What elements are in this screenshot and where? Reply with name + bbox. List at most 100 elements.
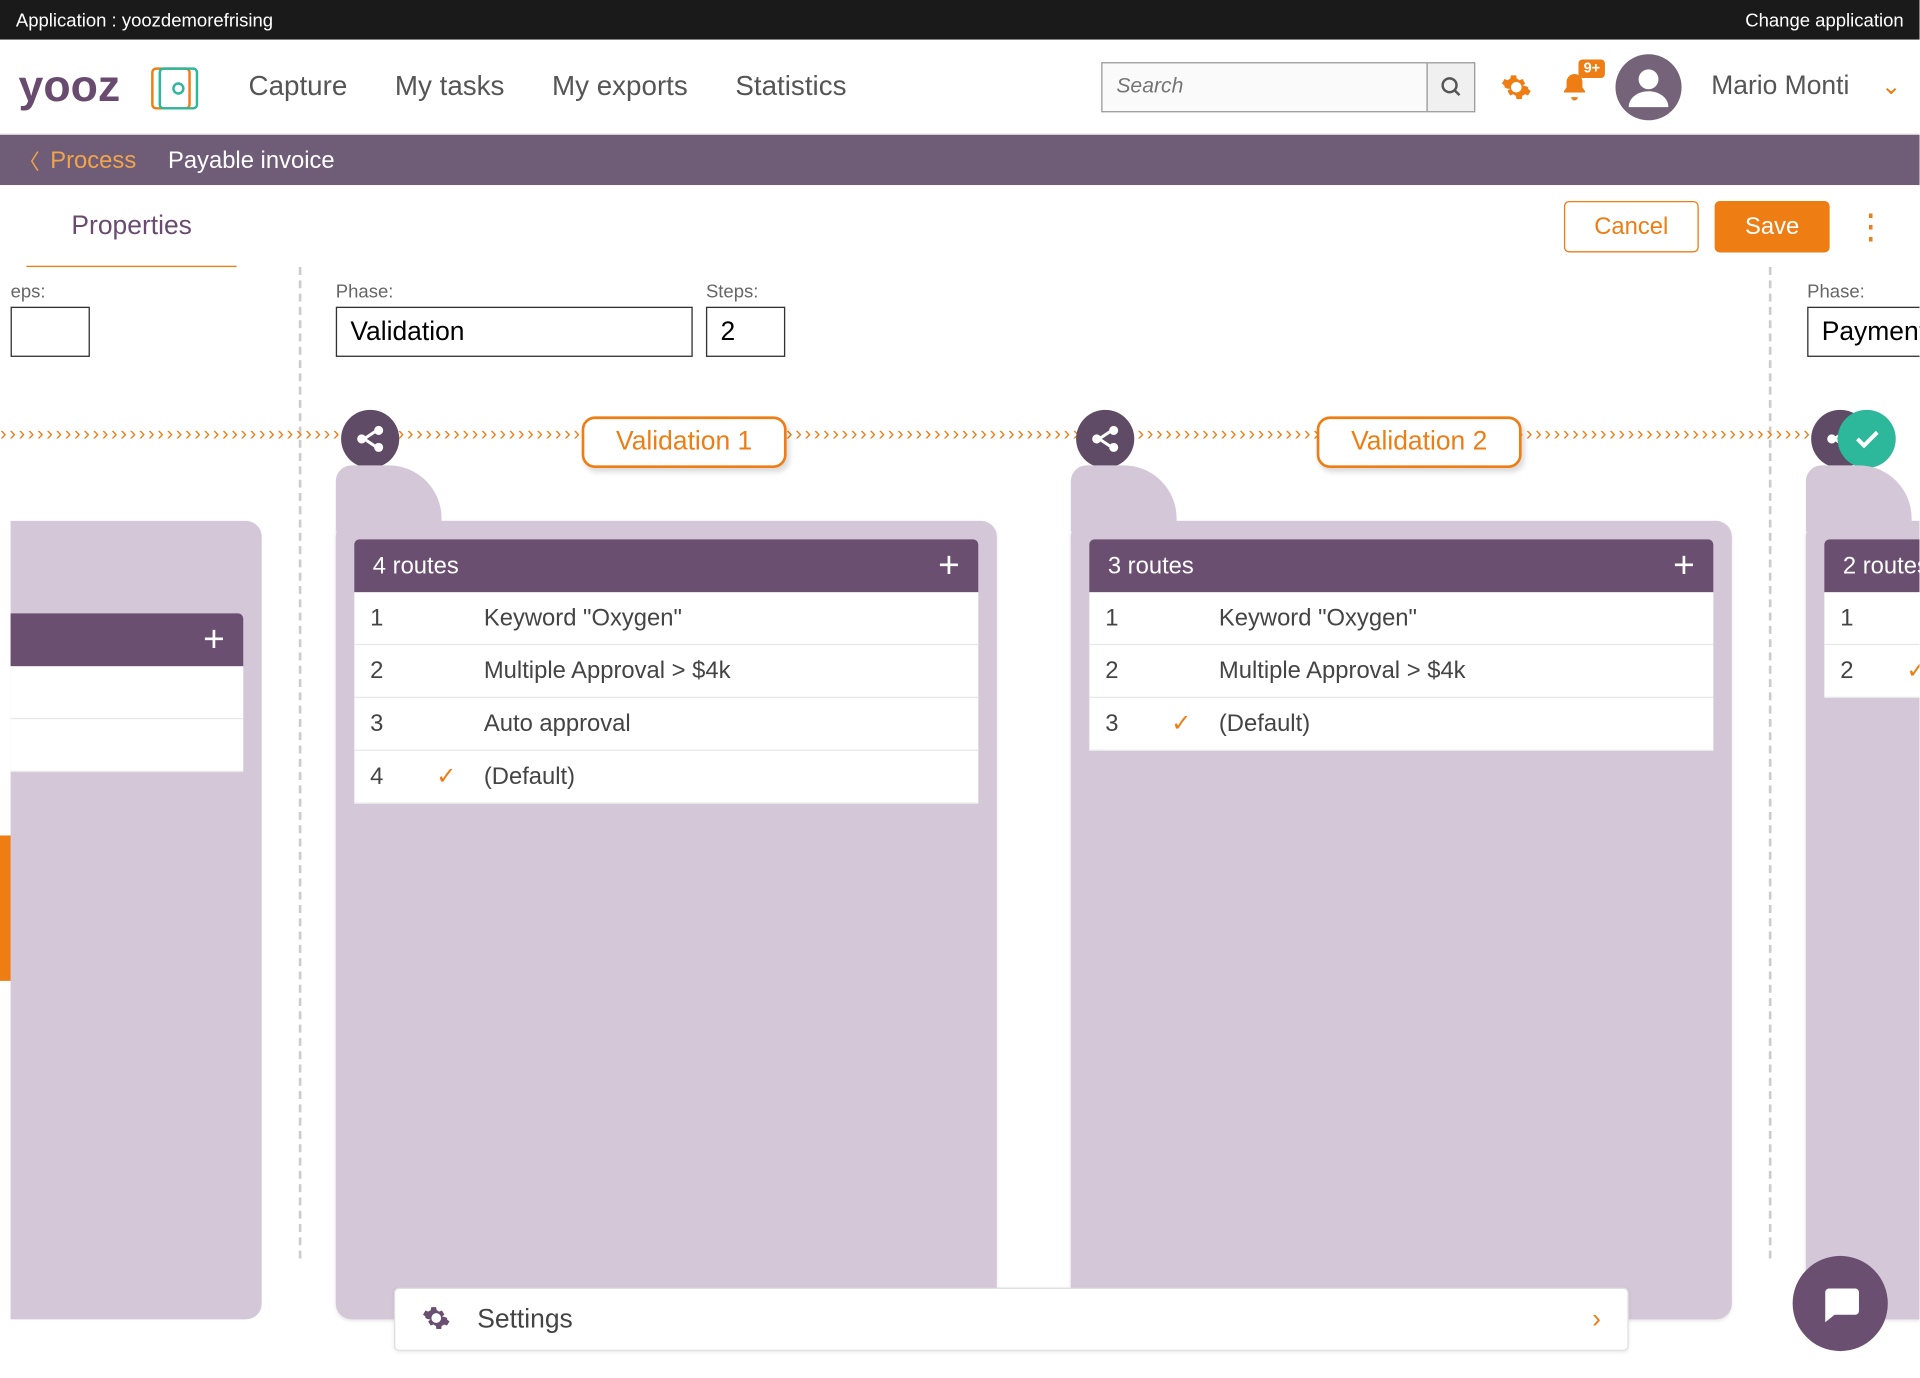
route-number: 4 [370,763,436,791]
nav-capture[interactable]: Capture [249,71,348,103]
phase-input-payment[interactable] [1807,307,1919,357]
search-icon [1440,75,1464,99]
check-icon: ✓ [1171,710,1219,738]
avatar[interactable] [1616,54,1682,120]
tab-bar: Properties Cancel Save ⋮ [0,185,1920,267]
flow-step-validation-2[interactable]: Validation 2 [1317,416,1522,468]
route-card-validation-2: 3 routes + 1Keyword "Oxygen" 2 Multiple Ap… [1071,521,1732,1319]
route-label: (Default) [1219,710,1310,738]
save-button[interactable]: Save [1715,200,1830,252]
nav-myexports[interactable]: My exports [552,71,688,103]
nav-statistics[interactable]: Statistics [735,71,846,103]
phase-input-validation[interactable] [336,307,693,357]
route-count: 3 routes [1108,552,1194,580]
route-number: 3 [1105,710,1171,738]
gear-icon [422,1303,451,1336]
table-row[interactable]: 2 Multiple Approval > $4k [354,645,978,698]
phase-separator [299,267,302,1259]
breadcrumb-back-label: Process [50,146,136,174]
route-label: Keyword "Oxygen" [484,604,682,632]
table-row[interactable] [11,719,244,772]
phase-separator [1769,267,1772,1259]
split-icon [1091,424,1120,453]
phase-label-1: Phase: [336,280,693,301]
chat-icon [1818,1281,1863,1326]
table-row[interactable]: 1Keyword "Oxygen" [1089,592,1713,645]
add-route-button[interactable]: + [938,545,960,587]
route-number: 1 [1840,604,1906,632]
add-route-button[interactable]: + [203,619,225,661]
table-row[interactable]: 4✓(Default) [354,751,978,804]
route-number: 2 [1105,657,1171,685]
steps-input-partial[interactable] [11,307,90,357]
chevron-left-icon: 〈 [19,144,40,176]
table-row[interactable]: 2 Multiple Approval > $4k [1089,645,1713,698]
notif-badge: 9+ [1578,59,1605,78]
chevron-down-icon[interactable]: ⌄ [1881,73,1901,101]
flow-line: ››››››››››››››››››››››››››››››››››››››››… [0,423,1840,455]
gear-icon [1501,71,1533,103]
route-card-header: 3 routes + [1089,539,1713,592]
route-number: 3 [370,710,436,738]
steps-label-1: Steps: [706,280,785,301]
flow-end [1838,410,1896,468]
nav-mytasks[interactable]: My tasks [395,71,505,103]
settings-button[interactable] [1500,69,1534,103]
split-icon [356,424,385,453]
route-number: 1 [1105,604,1171,632]
more-menu[interactable]: ⋮ [1846,206,1894,247]
flow-node-2[interactable] [1076,410,1134,468]
tab-properties[interactable]: Properties [26,188,236,273]
check-icon: ✓ [436,763,484,791]
route-label: Multiple Approval > $4k [1219,657,1466,685]
table-row[interactable]: 1Manual payment [1824,592,1919,645]
flow-step-validation-1[interactable]: Validation 1 [582,416,787,468]
nav-links: Capture My tasks My exports Statistics [249,71,847,103]
chevron-right-icon: › [1592,1304,1601,1334]
notifications-button[interactable]: 9+ [1558,69,1592,103]
route-count: 4 routes [373,552,459,580]
route-card-header: + [11,613,244,666]
user-icon [1625,63,1673,111]
table-row[interactable]: 2✓(Default) [1824,645,1919,698]
route-label: (Default) [484,763,575,791]
table-row[interactable]: 3 Auto approval [354,698,978,751]
route-label: Auto approval [484,710,631,738]
route-card-payment-1: 2 routes + 1Manual payment2✓(Default) [1806,521,1920,1319]
flow-node-1[interactable] [341,410,399,468]
search-input[interactable] [1103,63,1427,111]
check-icon: ✓ [1906,657,1919,685]
route-number: 2 [370,657,436,685]
route-card-validation-1: 4 routes + 1 Keyword "Oxygen" 2 Multiple Ap… [336,521,997,1319]
table-row[interactable] [11,666,244,719]
route-card-header: 2 routes + [1824,539,1919,592]
route-number: 1 [370,604,436,632]
svg-text:yooz: yooz [19,61,121,110]
route-card-header: 4 routes + [354,539,978,592]
chat-button[interactable] [1793,1256,1888,1351]
table-row[interactable]: 1 Keyword "Oxygen" [354,592,978,645]
cancel-button[interactable]: Cancel [1564,200,1699,252]
app-bar: Application : yoozdemorefrising Change a… [0,0,1920,40]
main-header: yooz Capture My tasks My exports Statist… [0,40,1920,135]
breadcrumb-title: Payable invoice [168,146,335,174]
app-label: Application : yoozdemorefrising [16,9,273,30]
settings-label: Settings [477,1304,573,1334]
steps-label-partial: eps: [11,280,90,301]
steps-input-validation[interactable] [706,307,785,357]
username[interactable]: Mario Monti [1711,71,1849,101]
add-route-button[interactable]: + [1673,545,1695,587]
breadcrumb: 〈 Process Payable invoice [0,135,1920,185]
route-number: 2 [1840,657,1906,685]
settings-bar[interactable]: Settings › [394,1288,1629,1351]
search-button[interactable] [1427,63,1475,111]
logo[interactable]: yooz [19,52,217,121]
search-box [1102,61,1476,111]
check-icon [1851,423,1883,455]
route-label: Multiple Approval > $4k [484,657,731,685]
workflow-canvas: eps: Phase: Steps: Phase: Steps: ›››››››… [0,267,1920,1377]
phase-label-2: Phase: [1807,280,1919,301]
table-row[interactable]: 3✓(Default) [1089,698,1713,751]
breadcrumb-back[interactable]: 〈 Process [19,144,137,176]
change-app-link[interactable]: Change application [1745,9,1903,30]
